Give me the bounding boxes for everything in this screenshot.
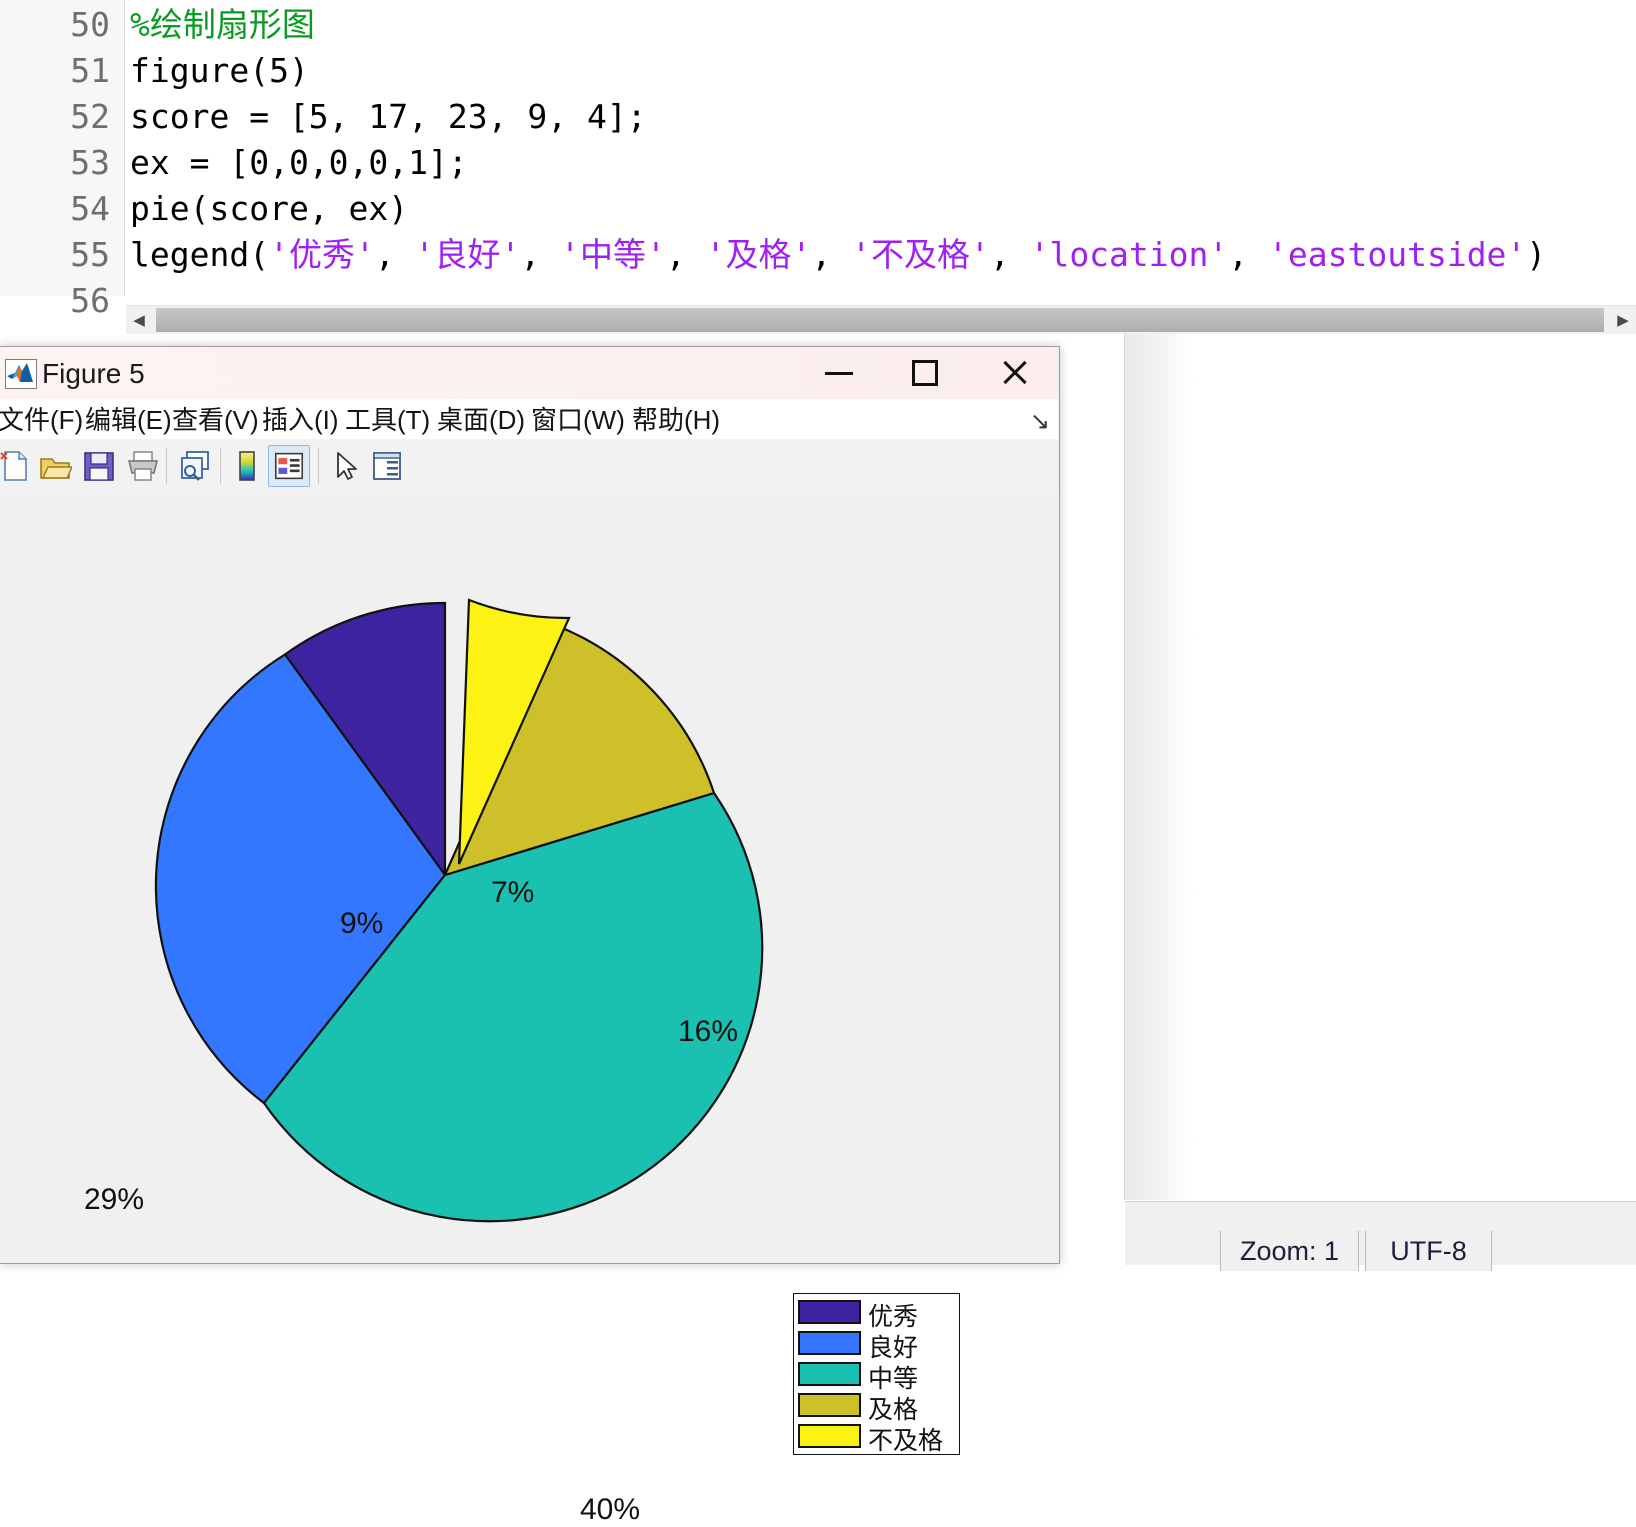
figure-toolbar[interactable] <box>0 439 1058 494</box>
open-file-icon[interactable] <box>34 445 76 487</box>
pie-label-jige: 16% <box>678 1015 739 1048</box>
figure-menu-bar[interactable]: 文件(F) 编辑(E) 查看(V) 插入(I) 工具(T) 桌面(D) 窗口(W… <box>0 399 1058 440</box>
code-token-string: '及格' <box>705 235 812 274</box>
legend-entry-youxiu[interactable]: 优秀 <box>798 1298 956 1331</box>
code-token-string: '不及格' <box>851 235 990 274</box>
menu-tools[interactable]: 工具(T) <box>345 404 430 436</box>
line-number: 55 <box>70 235 110 274</box>
matlab-icon <box>5 359 37 389</box>
status-zoom-level: Zoom: 1 <box>1220 1231 1359 1271</box>
toolbar-separator <box>318 448 319 484</box>
close-icon[interactable] <box>969 347 1061 399</box>
menu-window[interactable]: 窗口(W) <box>531 404 625 436</box>
menu-file[interactable]: 文件(F) <box>0 404 83 436</box>
legend-swatch <box>798 1362 861 1386</box>
scroll-right-arrow-icon[interactable]: ▶ <box>1610 306 1636 334</box>
line-number: 52 <box>70 97 110 136</box>
editor-right-pane <box>1125 334 1636 1200</box>
code-token-plain: , <box>811 235 852 274</box>
code-token-plain: pie(score, ex) <box>130 189 409 228</box>
colorbar-icon[interactable] <box>226 445 268 487</box>
code-token-string: '中等' <box>560 235 666 274</box>
legend-swatch <box>798 1300 861 1324</box>
pie-label-zhongdeng: 40% <box>580 1493 641 1526</box>
pie-label-youxiu: 9% <box>340 907 384 940</box>
code-line[interactable]: ex = [0,0,0,0,1]; <box>130 140 468 186</box>
code-token-plain: , <box>374 235 415 274</box>
save-figure-icon[interactable] <box>78 445 120 487</box>
menu-edit[interactable]: 编辑(E) <box>85 404 172 436</box>
legend-swatch <box>798 1393 861 1417</box>
code-token-plain: ex = [0,0,0,0,1]; <box>130 143 468 182</box>
line-number: 50 <box>70 5 110 44</box>
undock-icon[interactable]: ↘ <box>1030 407 1050 436</box>
pie-label-bujige: 7% <box>491 876 535 909</box>
code-token-plain: , <box>665 235 706 274</box>
menu-view[interactable]: 查看(V) <box>172 404 259 436</box>
print-figure-icon[interactable] <box>122 445 164 487</box>
edit-plot-arrow-icon[interactable] <box>324 445 366 487</box>
legend-entry-bujige[interactable]: 不及格 <box>798 1422 956 1455</box>
editor-line-number-gutter: 50 51 52 53 54 55 56 <box>0 0 125 320</box>
line-number: 51 <box>70 51 110 90</box>
pie-slices <box>154 598 764 1223</box>
menu-insert[interactable]: 插入(I) <box>262 404 339 436</box>
legend-label: 不及格 <box>868 1427 944 1455</box>
scrollbar-thumb[interactable] <box>156 308 1604 332</box>
code-line[interactable]: %绘制扇形图 <box>130 2 315 48</box>
code-token-plain: legend( <box>130 235 270 274</box>
code-line[interactable]: pie(score, ex) <box>130 186 408 232</box>
code-token-plain: , <box>1228 235 1269 274</box>
code-editor-text-area[interactable]: %绘制扇形图 figure(5) score = [5, 17, 23, 9, … <box>126 0 1636 296</box>
minimize-icon[interactable] <box>793 347 885 399</box>
line-number: 54 <box>70 189 110 228</box>
code-token-plain: , <box>989 235 1030 274</box>
code-line[interactable]: score = [5, 17, 23, 9, 4]; <box>130 94 647 140</box>
legend-entry-zhongdeng[interactable]: 中等 <box>798 1360 956 1393</box>
code-line[interactable]: legend('优秀', '良好', '中等', '及格', '不及格', 'l… <box>130 232 1546 278</box>
show-plot-tools-icon[interactable] <box>366 445 408 487</box>
menu-help[interactable]: 帮助(H) <box>632 404 720 436</box>
pie-label-lianghao: 29% <box>84 1183 145 1216</box>
code-line[interactable]: figure(5) <box>130 48 309 94</box>
code-token-plain: score = [5, 17, 23, 9, 4]; <box>130 97 647 136</box>
code-token-string: 'location' <box>1029 235 1229 274</box>
toolbar-separator <box>166 448 167 484</box>
code-token-comment: %绘制扇形图 <box>130 5 315 44</box>
legend-entry-jige[interactable]: 及格 <box>798 1391 956 1424</box>
maximize-icon[interactable] <box>879 347 971 399</box>
legend-swatch <box>798 1331 861 1355</box>
figure-window-title: Figure 5 <box>42 358 145 389</box>
scroll-left-arrow-icon[interactable]: ◀ <box>126 306 152 334</box>
figure-title-bar[interactable]: Figure 5 <box>0 347 1058 400</box>
legend-icon[interactable] <box>268 445 310 487</box>
code-token-plain: ) <box>1526 235 1547 274</box>
line-number: 53 <box>70 143 110 182</box>
menu-desktop[interactable]: 桌面(D) <box>437 404 525 436</box>
legend-swatch <box>798 1424 861 1448</box>
figure-window[interactable]: Figure 5 文件(F) 编辑(E) 查看(V) 插入(I) 工具(T) 桌… <box>0 346 1060 1526</box>
toolbar-separator <box>220 448 221 484</box>
print-preview-icon[interactable] <box>174 445 216 487</box>
code-token-string: '优秀' <box>269 235 375 274</box>
figure-plot-canvas[interactable]: 9% 7% 16% 40% 29% 优秀 良好 中等 及格 不及格 <box>0 493 1058 1526</box>
new-figure-icon[interactable] <box>0 445 36 487</box>
code-token-string: 'eastoutside' <box>1268 235 1527 274</box>
editor-status-bar: Zoom: 1 UTF-8 <box>1125 1201 1636 1271</box>
code-token-string: '良好' <box>414 235 521 274</box>
code-token-plain: figure(5) <box>130 51 309 90</box>
status-encoding: UTF-8 <box>1365 1231 1492 1271</box>
line-number: 56 <box>70 281 110 320</box>
editor-horizontal-scrollbar[interactable]: ◀ ▶ <box>126 305 1636 334</box>
pie-legend[interactable]: 优秀 良好 中等 及格 不及格 <box>793 1293 960 1455</box>
legend-entry-lianghao[interactable]: 良好 <box>798 1329 956 1362</box>
code-token-plain: , <box>520 235 561 274</box>
